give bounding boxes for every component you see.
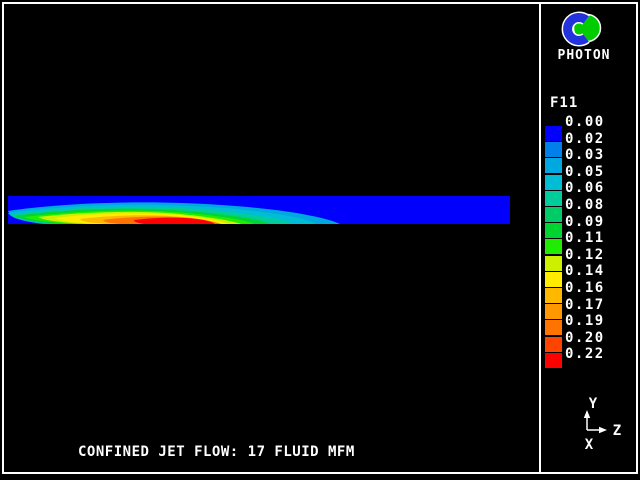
logo-wordmark: PHOTON	[557, 48, 611, 63]
axis-z-arrowhead-icon	[599, 426, 607, 434]
photon-viewer-window: CONFINED JET FLOW: 17 FLUID MFM PHOTON F…	[0, 0, 640, 480]
axis-label-z: Z	[613, 423, 621, 439]
photon-logo-icon	[561, 11, 602, 47]
axis-triad: Y Z X	[583, 396, 621, 453]
axis-label-y: Y	[589, 396, 598, 412]
legend-title: F11	[550, 95, 579, 111]
axis-label-x: X	[585, 437, 594, 453]
flow-field	[8, 196, 510, 224]
plot-title: CONFINED JET FLOW: 17 FLUID MFM	[78, 444, 355, 460]
